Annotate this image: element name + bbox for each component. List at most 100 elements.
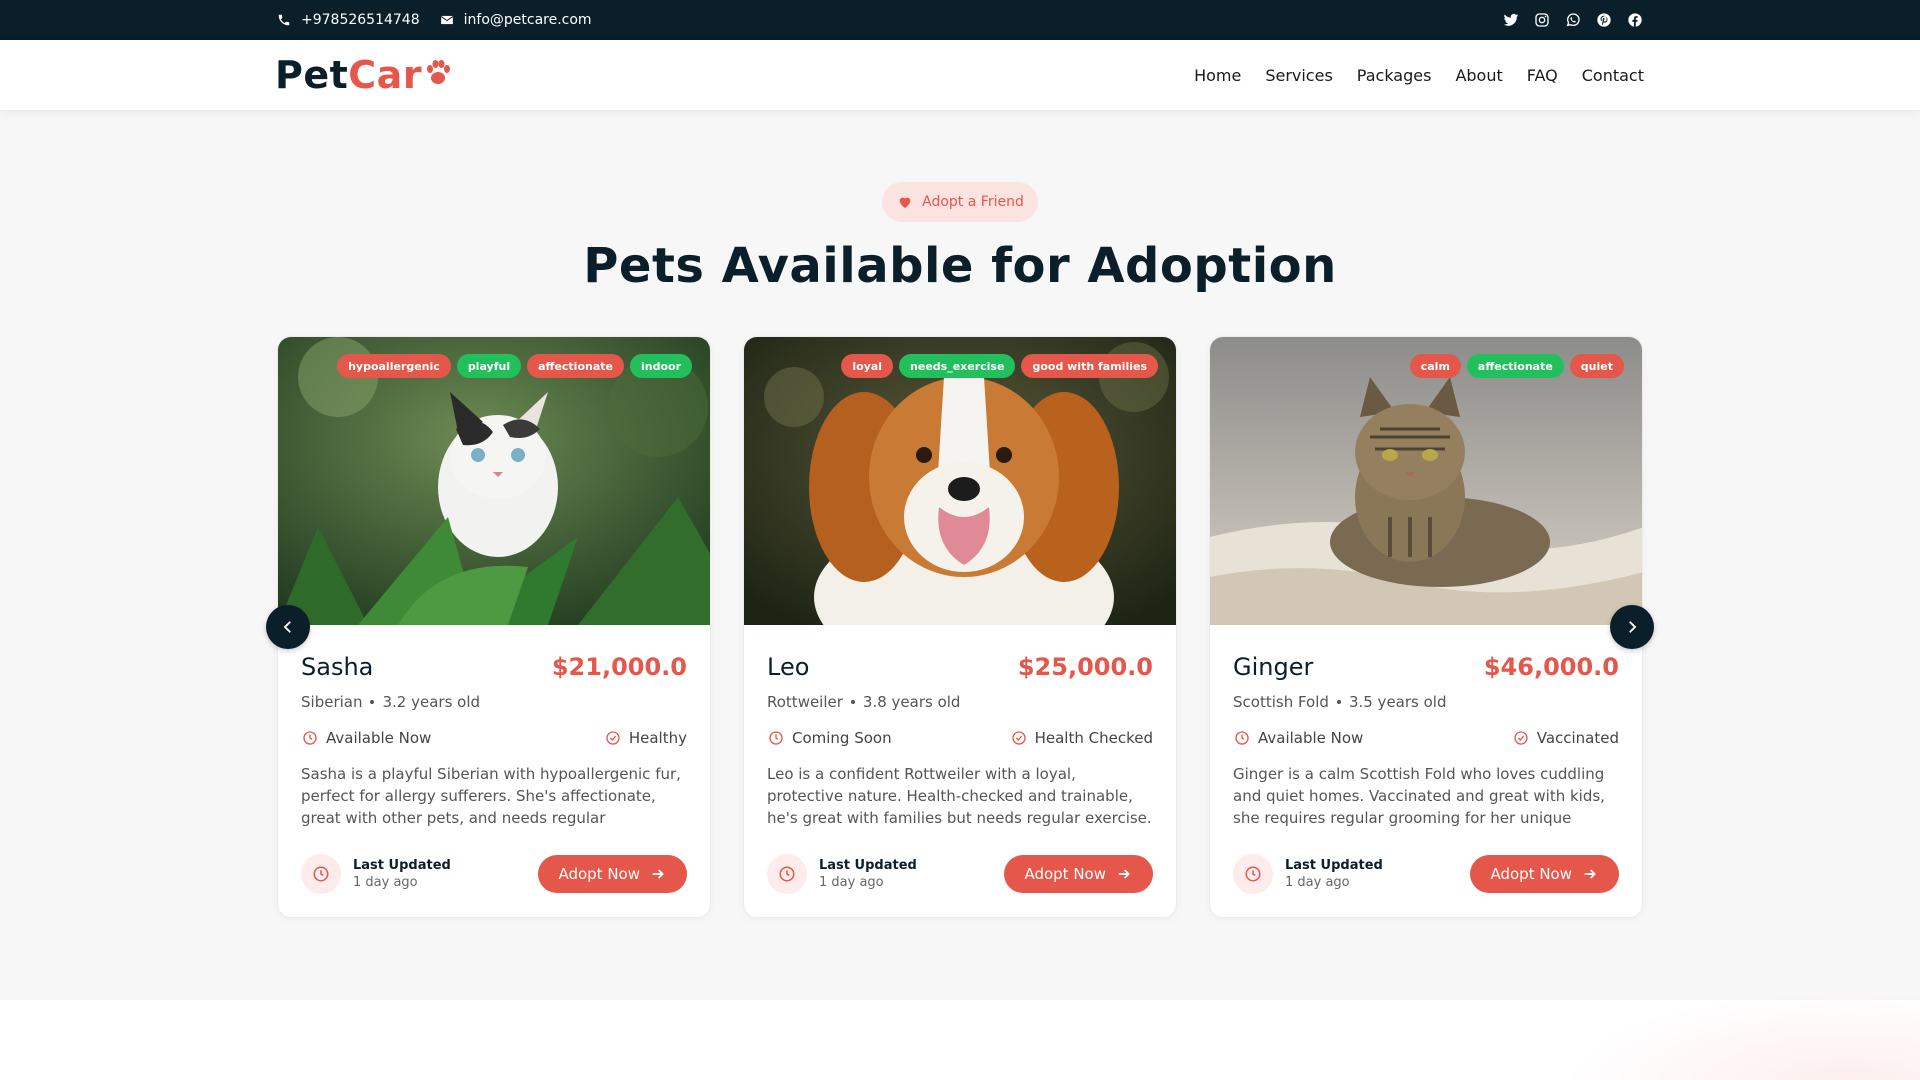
clock-icon xyxy=(767,729,785,747)
pet-photo-leo xyxy=(744,337,1176,625)
envelope-icon xyxy=(438,11,456,29)
clock-icon xyxy=(301,854,341,894)
tag: calm xyxy=(1409,354,1461,378)
tag: indoor xyxy=(629,354,692,378)
separator-dot xyxy=(370,700,375,704)
decorative-glow xyxy=(1560,990,1920,1080)
main-nav: Home Services Packages About FAQ Contact xyxy=(1194,40,1644,110)
nav-faq[interactable]: FAQ xyxy=(1527,66,1558,85)
pet-card-leo: loyal needs_exercise good with families … xyxy=(743,336,1177,918)
arrow-right-icon xyxy=(1115,865,1133,883)
check-circle-icon xyxy=(604,729,622,747)
availability-status: Coming Soon xyxy=(792,729,892,747)
nav-home[interactable]: Home xyxy=(1194,66,1241,85)
tag: hypoallergenic xyxy=(337,354,451,378)
last-updated-label: Last Updated xyxy=(353,858,451,873)
separator-dot xyxy=(1336,700,1341,704)
petcare-logo[interactable]: Pet Car xyxy=(275,50,452,100)
check-circle-icon xyxy=(1010,729,1028,747)
carousel-next-button[interactable] xyxy=(1610,605,1654,649)
nav-contact[interactable]: Contact xyxy=(1582,66,1644,85)
pet-photo-sasha xyxy=(278,337,710,625)
last-updated-value: 1 day ago xyxy=(1285,875,1350,890)
next-section xyxy=(0,990,1920,1080)
contact-info: +978526514748 info@petcare.com xyxy=(275,0,592,40)
arrow-right-icon xyxy=(649,865,667,883)
adopt-badge: Adopt a Friend xyxy=(882,182,1038,222)
health-status: Healthy xyxy=(628,729,687,747)
clock-icon xyxy=(1233,729,1251,747)
phone-icon xyxy=(275,11,293,29)
nav-packages[interactable]: Packages xyxy=(1357,66,1432,85)
pinterest-icon[interactable] xyxy=(1595,11,1613,29)
separator-dot xyxy=(850,700,855,704)
nav-about[interactable]: About xyxy=(1455,66,1502,85)
arrow-right-icon xyxy=(1581,865,1599,883)
main-header: Pet Car Home Services Packages About FAQ… xyxy=(0,40,1920,110)
pet-card-ginger: calm affectionate quiet Ginger $46,000.0… xyxy=(1209,336,1643,918)
logo-text-car: Car xyxy=(348,53,423,97)
pet-breed: Scottish Fold xyxy=(1233,693,1329,711)
adopt-now-button[interactable]: Adopt Now xyxy=(1470,855,1619,893)
pet-name: Sasha xyxy=(301,653,374,681)
last-updated-value: 1 day ago xyxy=(353,875,418,890)
pet-price: $21,000.0 xyxy=(551,653,687,681)
adopt-now-button[interactable]: Adopt Now xyxy=(1004,855,1153,893)
chevron-right-icon xyxy=(1623,618,1641,636)
tag: needs_exercise xyxy=(899,354,1016,378)
carousel-prev-button[interactable] xyxy=(266,605,310,649)
email-address: info@petcare.com xyxy=(463,12,592,28)
pet-age: 3.2 years old xyxy=(382,693,481,711)
pet-age: 3.8 years old xyxy=(862,693,961,711)
tag: affectionate xyxy=(1466,354,1564,378)
adopt-now-label: Adopt Now xyxy=(1024,865,1106,883)
pet-photo-ginger xyxy=(1210,337,1642,625)
tag: affectionate xyxy=(527,354,624,378)
tag-list: loyal needs_exercise good with families xyxy=(841,354,1158,378)
tag: quiet xyxy=(1569,354,1624,378)
pet-description: Ginger is a calm Scottish Fold who loves… xyxy=(1233,765,1605,827)
twitter-icon[interactable] xyxy=(1502,11,1520,29)
pet-breed: Rottweiler xyxy=(767,693,843,711)
last-updated-label: Last Updated xyxy=(1285,858,1383,873)
nav-services[interactable]: Services xyxy=(1265,66,1332,85)
pet-price: $25,000.0 xyxy=(1017,653,1153,681)
tag-list: hypoallergenic playful affectionate indo… xyxy=(337,354,692,378)
adopt-now-label: Adopt Now xyxy=(558,865,640,883)
health-status: Vaccinated xyxy=(1536,729,1619,747)
pet-card-sasha: hypoallergenic playful affectionate indo… xyxy=(277,336,711,918)
tag: good with families xyxy=(1021,354,1158,378)
facebook-icon[interactable] xyxy=(1626,11,1644,29)
adopt-now-label: Adopt Now xyxy=(1490,865,1572,883)
instagram-icon[interactable] xyxy=(1533,11,1551,29)
pet-name: Ginger xyxy=(1233,653,1314,681)
chevron-left-icon xyxy=(279,618,297,636)
phone-number: +978526514748 xyxy=(301,12,420,28)
adopt-now-button[interactable]: Adopt Now xyxy=(538,855,687,893)
pet-name: Leo xyxy=(767,653,810,681)
availability-status: Available Now xyxy=(326,729,432,747)
phone-contact[interactable]: +978526514748 xyxy=(275,11,420,29)
pet-age: 3.5 years old xyxy=(1348,693,1447,711)
clock-icon xyxy=(301,729,319,747)
logo-text-pet: Pet xyxy=(275,53,349,97)
pet-price: $46,000.0 xyxy=(1483,653,1619,681)
top-bar: +978526514748 info@petcare.com xyxy=(0,0,1920,40)
last-updated-label: Last Updated xyxy=(819,858,917,873)
availability-status: Available Now xyxy=(1258,729,1364,747)
tag-list: calm affectionate quiet xyxy=(1409,354,1624,378)
clock-icon xyxy=(1233,854,1273,894)
email-contact[interactable]: info@petcare.com xyxy=(438,11,592,29)
pet-description: Leo is a confident Rottweiler with a loy… xyxy=(767,765,1152,827)
last-updated-value: 1 day ago xyxy=(819,875,884,890)
health-status: Health Checked xyxy=(1034,729,1153,747)
paw-icon xyxy=(424,53,452,97)
heart-icon xyxy=(896,193,914,211)
adopt-badge-label: Adopt a Friend xyxy=(922,194,1024,210)
section-title: Pets Available for Adoption xyxy=(583,238,1337,294)
clock-icon xyxy=(767,854,807,894)
social-links xyxy=(1502,0,1644,40)
pet-breed: Siberian xyxy=(301,693,363,711)
whatsapp-icon[interactable] xyxy=(1564,11,1582,29)
tag: loyal xyxy=(841,354,894,378)
